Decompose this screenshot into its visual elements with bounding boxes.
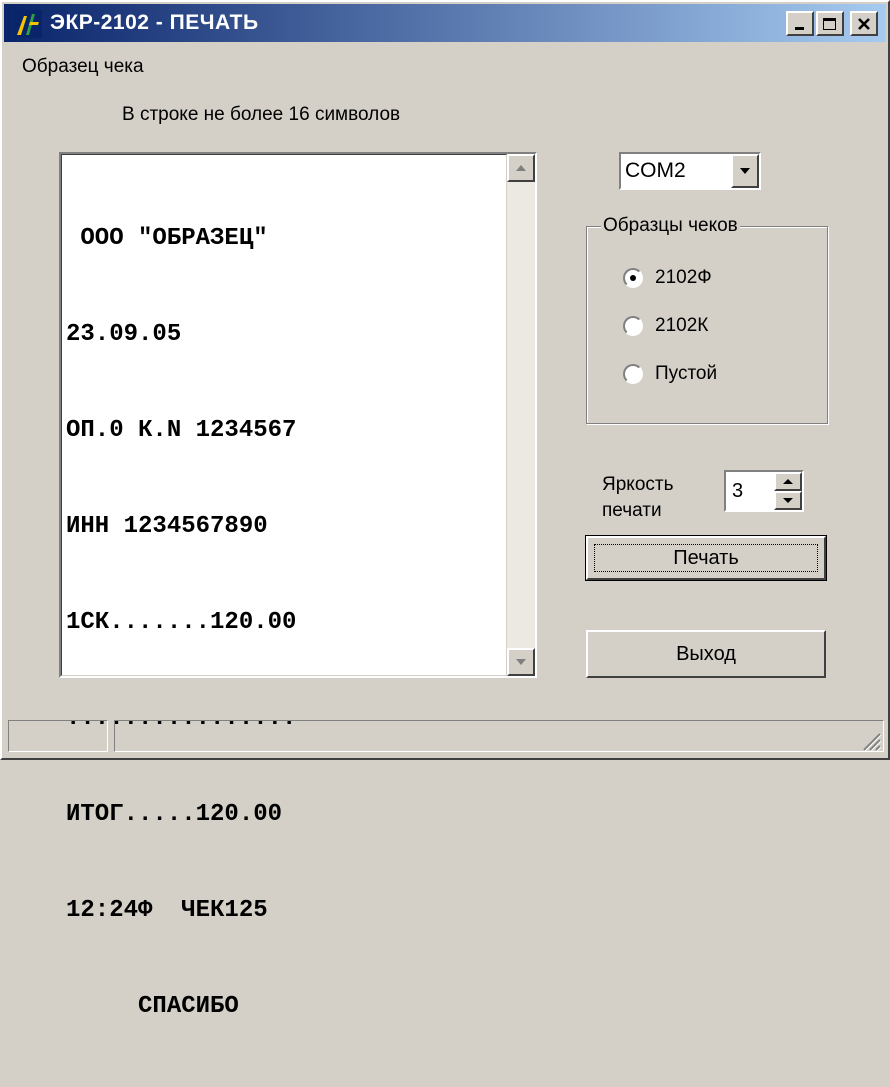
maximize-button[interactable]: [816, 11, 844, 36]
radio-label: Пустой: [655, 363, 718, 384]
focus-rectangle: [594, 544, 818, 572]
receipt-line: ИНН 1234567890: [66, 513, 268, 540]
chevron-down-icon: [740, 168, 750, 174]
arrow-down-icon: [516, 659, 526, 665]
receipt-line: СПАСИБО: [66, 993, 239, 1020]
receipt-text-area[interactable]: ООО "ОБРАЗЕЦ" 23.09.05 ОП.0 К.N 1234567 …: [59, 152, 537, 1020]
receipt-line: ООО "ОБРАЗЕЦ": [66, 225, 268, 252]
radio-button[interactable]: [623, 364, 643, 384]
receipt-lines: ООО "ОБРАЗЕЦ" 23.09.05 ОП.0 К.N 1234567 …: [66, 159, 296, 1087]
minimize-icon: [795, 26, 804, 30]
minimize-button[interactable]: [786, 11, 814, 36]
app-logo-icon: [14, 10, 42, 38]
radio-option-2102k[interactable]: 2102К: [623, 315, 708, 337]
brightness-label-line2: печати: [602, 500, 662, 521]
close-icon: [858, 17, 870, 30]
receipt-line: 23.09.05: [66, 321, 182, 348]
menu-bar: Образец чека: [4, 44, 886, 82]
receipt-line: 1СК.......120.00: [66, 609, 297, 636]
radio-button[interactable]: [623, 316, 643, 336]
spin-up-button[interactable]: [774, 472, 802, 491]
brightness-label-line1: Яркость: [602, 474, 674, 495]
receipt-scrollbar[interactable]: [507, 154, 535, 676]
print-brightness-label: Яркость печати: [602, 472, 673, 524]
receipt-samples-legend: Образцы чеков: [601, 215, 740, 237]
arrow-up-icon: [783, 479, 793, 484]
arrow-down-icon: [783, 498, 793, 503]
exit-button-label: Выход: [676, 642, 736, 665]
receipt-content[interactable]: ООО "ОБРАЗЕЦ" 23.09.05 ОП.0 К.N 1234567 …: [61, 154, 507, 1020]
brightness-value: 3: [732, 480, 744, 502]
com-port-select[interactable]: COM2: [619, 152, 761, 190]
brightness-spinner[interactable]: 3: [724, 470, 804, 512]
status-panel-left: [8, 720, 108, 752]
receipt-line: 12:24Ф ЧЕК125: [66, 897, 268, 924]
exit-button[interactable]: Выход: [586, 630, 826, 678]
maximize-icon: [823, 17, 836, 30]
title-bar[interactable]: ЭКР-2102 - ПЕЧАТЬ: [4, 4, 886, 42]
print-button[interactable]: Печать: [585, 535, 827, 581]
radio-label: 2102К: [655, 315, 709, 336]
main-window: ЭКР-2102 - ПЕЧАТЬ Образец чека В строке …: [0, 0, 890, 1020]
spin-down-button[interactable]: [774, 491, 802, 510]
resize-grip-icon[interactable]: [858, 728, 882, 752]
scroll-up-button[interactable]: [507, 154, 535, 182]
close-button[interactable]: [850, 11, 878, 36]
line-length-hint: В строке не более 16 символов: [122, 104, 401, 125]
menu-item-sample-receipt[interactable]: Образец чека: [22, 56, 144, 78]
radio-button-checked[interactable]: [623, 268, 643, 288]
radio-option-2102f[interactable]: 2102Ф: [623, 267, 712, 289]
receipt-line: ИТОГ.....120.00: [66, 801, 283, 828]
scroll-down-button[interactable]: [507, 648, 535, 676]
radio-option-empty[interactable]: Пустой: [623, 363, 717, 385]
com-port-value: COM2: [625, 159, 686, 182]
status-panel-main: [114, 720, 884, 752]
receipt-line: ОП.0 К.N 1234567: [66, 417, 297, 444]
radio-label: 2102Ф: [655, 267, 712, 288]
receipt-samples-group: Образцы чеков 2102Ф 2102К Пустой: [586, 215, 828, 424]
com-port-dropdown-button[interactable]: [731, 154, 759, 188]
window-title: ЭКР-2102 - ПЕЧАТЬ: [50, 11, 259, 34]
arrow-up-icon: [516, 165, 526, 171]
status-bar: [8, 720, 884, 754]
